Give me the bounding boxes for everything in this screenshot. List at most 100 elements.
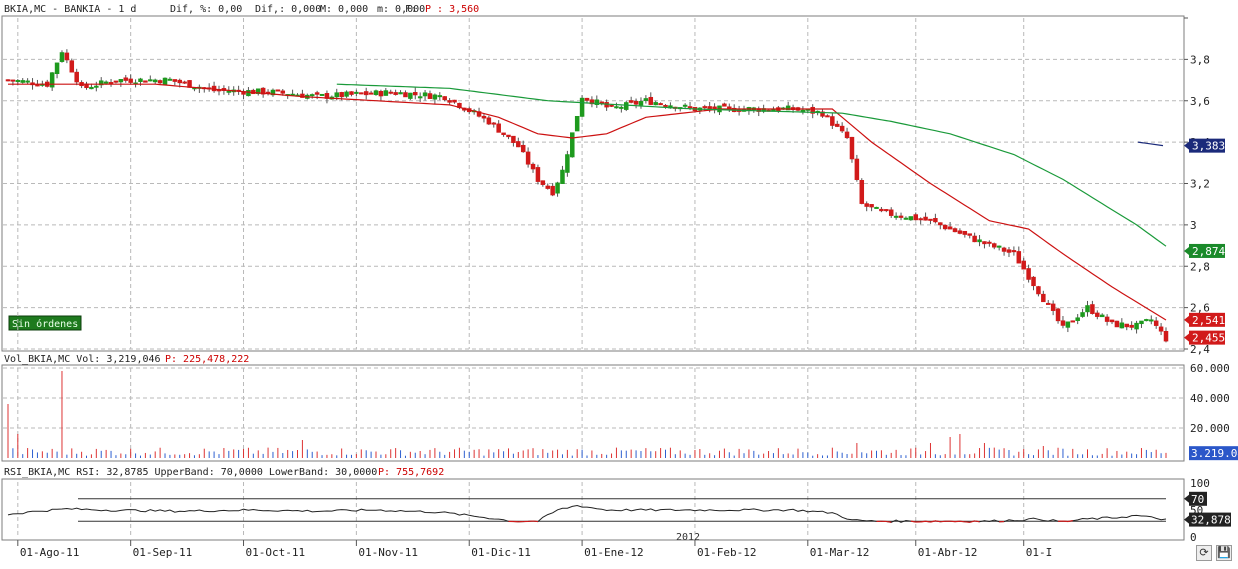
candle-body[interactable]: [418, 97, 422, 98]
candle-body[interactable]: [649, 97, 653, 104]
candle-body[interactable]: [624, 103, 628, 110]
candle-body[interactable]: [124, 78, 128, 80]
candle-body[interactable]: [129, 79, 133, 82]
candle-body[interactable]: [11, 80, 15, 81]
candle-body[interactable]: [453, 100, 457, 102]
candle-body[interactable]: [55, 63, 59, 73]
candle-body[interactable]: [1096, 313, 1100, 316]
candle-body[interactable]: [1150, 320, 1154, 321]
candle-body[interactable]: [683, 105, 687, 106]
candle-body[interactable]: [541, 181, 545, 185]
candle-body[interactable]: [551, 186, 555, 194]
candle-body[interactable]: [521, 145, 525, 151]
candle-body[interactable]: [860, 181, 864, 204]
candle-body[interactable]: [350, 92, 354, 95]
candle-body[interactable]: [374, 91, 378, 95]
candle-body[interactable]: [1071, 321, 1075, 322]
candle-body[interactable]: [968, 234, 972, 235]
candle-body[interactable]: [634, 101, 638, 104]
candle-body[interactable]: [320, 94, 324, 95]
candle-body[interactable]: [1056, 309, 1060, 321]
candle-body[interactable]: [399, 93, 403, 94]
candle-body[interactable]: [340, 93, 344, 97]
candle-body[interactable]: [36, 85, 40, 86]
candle-body[interactable]: [227, 91, 231, 92]
candle-body[interactable]: [1145, 320, 1149, 321]
candle-body[interactable]: [610, 105, 614, 106]
candle-body[interactable]: [1086, 306, 1090, 312]
candle-body[interactable]: [423, 93, 427, 96]
candle-body[interactable]: [276, 90, 280, 91]
candle-body[interactable]: [875, 207, 879, 208]
candle-body[interactable]: [914, 215, 918, 220]
candle-body[interactable]: [1115, 321, 1119, 326]
candle-body[interactable]: [428, 94, 432, 99]
candle-body[interactable]: [183, 82, 187, 83]
candle-body[interactable]: [433, 95, 437, 99]
candle-body[interactable]: [360, 93, 364, 94]
candle-body[interactable]: [379, 92, 383, 96]
candle-body[interactable]: [708, 107, 712, 109]
candle-body[interactable]: [1130, 325, 1134, 327]
candle-body[interactable]: [973, 236, 977, 241]
candle-body[interactable]: [958, 231, 962, 233]
candle-body[interactable]: [1066, 322, 1070, 327]
candle-body[interactable]: [168, 79, 172, 80]
candle-body[interactable]: [894, 216, 898, 217]
candle-body[interactable]: [1037, 287, 1041, 294]
candle-body[interactable]: [889, 210, 893, 215]
candle-body[interactable]: [840, 126, 844, 130]
candle-body[interactable]: [723, 104, 727, 106]
candle-body[interactable]: [801, 110, 805, 111]
candle-body[interactable]: [512, 136, 516, 142]
candle-body[interactable]: [850, 137, 854, 158]
candle-body[interactable]: [149, 80, 153, 81]
candle-body[interactable]: [1042, 294, 1046, 301]
candle-body[interactable]: [1002, 248, 1006, 251]
candle-body[interactable]: [845, 132, 849, 137]
candle-body[interactable]: [536, 168, 540, 182]
candle-body[interactable]: [580, 98, 584, 116]
chart-canvas[interactable]: BKIA,MC - BANKIA - 1 d Dif, %: 0,00 Dif,…: [0, 0, 1238, 565]
candle-body[interactable]: [1046, 303, 1050, 304]
candle-body[interactable]: [482, 116, 486, 118]
candle-body[interactable]: [443, 97, 447, 100]
candle-body[interactable]: [1120, 323, 1124, 328]
candle-body[interactable]: [404, 93, 408, 97]
candle-body[interactable]: [109, 83, 113, 84]
candle-body[interactable]: [531, 164, 535, 168]
candle-body[interactable]: [1135, 323, 1139, 328]
candle-body[interactable]: [1027, 269, 1031, 280]
candle-body[interactable]: [963, 231, 967, 234]
candle-body[interactable]: [369, 93, 373, 94]
candle-body[interactable]: [664, 105, 668, 106]
candle-body[interactable]: [1164, 332, 1168, 341]
candle-body[interactable]: [173, 80, 177, 82]
candle-body[interactable]: [919, 219, 923, 220]
volume-panel[interactable]: [2, 365, 1184, 461]
candle-body[interactable]: [939, 223, 943, 225]
candle-body[interactable]: [1081, 313, 1085, 317]
candle-body[interactable]: [571, 133, 575, 157]
candle-body[interactable]: [1140, 321, 1144, 323]
candle-body[interactable]: [1154, 321, 1158, 325]
candle-body[interactable]: [158, 81, 162, 83]
candle-body[interactable]: [831, 117, 835, 126]
candle-body[interactable]: [247, 91, 251, 96]
candle-body[interactable]: [1051, 304, 1055, 310]
candle-body[interactable]: [988, 242, 992, 243]
candle-body[interactable]: [943, 225, 947, 228]
candle-body[interactable]: [448, 101, 452, 102]
candle-body[interactable]: [70, 61, 74, 72]
candle-body[interactable]: [904, 218, 908, 219]
candle-body[interactable]: [1061, 321, 1065, 325]
candle-body[interactable]: [948, 227, 952, 229]
candle-body[interactable]: [924, 217, 928, 220]
candle-body[interactable]: [389, 92, 393, 93]
candle-body[interactable]: [703, 107, 707, 108]
stock-chart[interactable]: BKIA,MC - BANKIA - 1 d Dif, %: 0,00 Dif,…: [0, 0, 1238, 565]
candle-body[interactable]: [983, 242, 987, 244]
candle-body[interactable]: [6, 80, 10, 81]
candle-body[interactable]: [16, 81, 20, 82]
candle-body[interactable]: [60, 53, 64, 62]
